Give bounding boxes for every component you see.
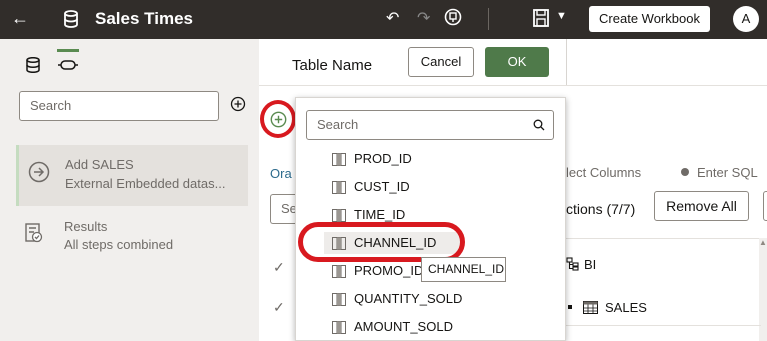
- enter-sql-option[interactable]: Enter SQL: [697, 165, 758, 180]
- column-label: AMOUNT_SOLD: [354, 319, 453, 334]
- annotation-highlight: [298, 222, 465, 262]
- page-title: Sales Times: [95, 9, 193, 28]
- select-columns-option[interactable]: lect Columns: [566, 165, 641, 180]
- notes-icon[interactable]: [444, 8, 462, 26]
- header-bottom-divider: [259, 85, 767, 86]
- column-icon: [332, 265, 346, 278]
- column-icon: [332, 321, 346, 334]
- arrow-circle-icon: [28, 161, 50, 183]
- dataflow-tab[interactable]: [57, 49, 79, 73]
- save-icon[interactable]: [533, 9, 549, 27]
- search-icon: [533, 119, 545, 131]
- schema-icon: [566, 257, 579, 271]
- list-item[interactable]: CUST_ID: [332, 176, 532, 198]
- dataflow-icon: [58, 60, 78, 70]
- header-divider: [566, 39, 567, 85]
- add-column-icon[interactable]: [270, 111, 287, 128]
- step-add-sales[interactable]: Add SALES External Embedded datas...: [16, 145, 248, 206]
- check-icon: ✓: [273, 299, 285, 315]
- avatar[interactable]: A: [733, 6, 759, 32]
- radio-selected-icon: [681, 168, 689, 176]
- column-icon: [332, 181, 346, 194]
- active-tab-indicator: [57, 49, 79, 52]
- remove-all-button[interactable]: Remove All: [654, 191, 749, 221]
- step-results[interactable]: Results All steps combined: [16, 215, 248, 265]
- list-item[interactable]: AMOUNT_SOLD: [332, 316, 532, 338]
- redo-icon[interactable]: ↷: [417, 8, 430, 28]
- schema-name[interactable]: BI: [584, 257, 596, 272]
- data-tab-icon[interactable]: [26, 57, 40, 73]
- step-title: Results: [64, 219, 108, 234]
- top-bar: ← Sales Times ↶ ↷ ▼ Create Workbook A: [0, 0, 767, 39]
- column-label: CUST_ID: [354, 179, 410, 194]
- tree-divider: [566, 238, 761, 239]
- search-placeholder: Search: [317, 117, 359, 132]
- create-workbook-button[interactable]: Create Workbook: [589, 6, 710, 32]
- list-item[interactable]: QUANTITY_SOLD: [332, 288, 532, 310]
- column-icon: [332, 153, 346, 166]
- column-label: PROD_ID: [354, 151, 412, 166]
- tree-row-divider: [566, 325, 761, 326]
- back-arrow-icon[interactable]: ←: [11, 8, 29, 28]
- column-icon: [332, 293, 346, 306]
- check-icon: ✓: [273, 259, 285, 275]
- step-subtitle: All steps combined: [64, 237, 174, 252]
- scroll-up-icon[interactable]: ▲: [759, 238, 767, 247]
- table-icon: [583, 301, 598, 314]
- column-label: QUANTITY_SOLD: [354, 291, 463, 306]
- table-name[interactable]: SALES: [605, 300, 647, 315]
- list-item[interactable]: PROD_ID: [332, 148, 532, 170]
- cut-off-button[interactable]: [763, 191, 767, 221]
- toolbar-divider: [488, 8, 489, 30]
- column-label: TIME_ID: [354, 207, 406, 222]
- steps-search-input[interactable]: Search: [19, 91, 219, 121]
- column-icon: [332, 209, 346, 222]
- ok-button[interactable]: OK: [485, 47, 549, 77]
- database-icon: [64, 10, 78, 28]
- step-subtitle: External Embedded datas...: [65, 176, 226, 191]
- chevron-down-icon[interactable]: ▼: [556, 10, 567, 22]
- table-name-label: Table Name: [292, 57, 373, 74]
- selections-count: ctions (7/7): [566, 201, 636, 217]
- add-step-icon[interactable]: [230, 96, 246, 112]
- left-panel: Search Add SALES External Embedded datas…: [0, 39, 259, 341]
- undo-icon[interactable]: ↶: [386, 8, 399, 28]
- step-title: Add SALES: [65, 157, 134, 172]
- results-icon: [25, 223, 43, 243]
- source-link[interactable]: Ora: [270, 166, 292, 181]
- tooltip: CHANNEL_ID: [421, 257, 506, 282]
- column-label: PROMO_ID: [354, 263, 424, 278]
- tree-expand-icon[interactable]: [568, 305, 572, 309]
- cancel-button[interactable]: Cancel: [408, 47, 474, 77]
- column-search-input[interactable]: Search: [306, 110, 554, 140]
- column-picker-dropdown: Search PROD_ID CUST_ID TIME_ID CHANNEL_I…: [295, 97, 566, 341]
